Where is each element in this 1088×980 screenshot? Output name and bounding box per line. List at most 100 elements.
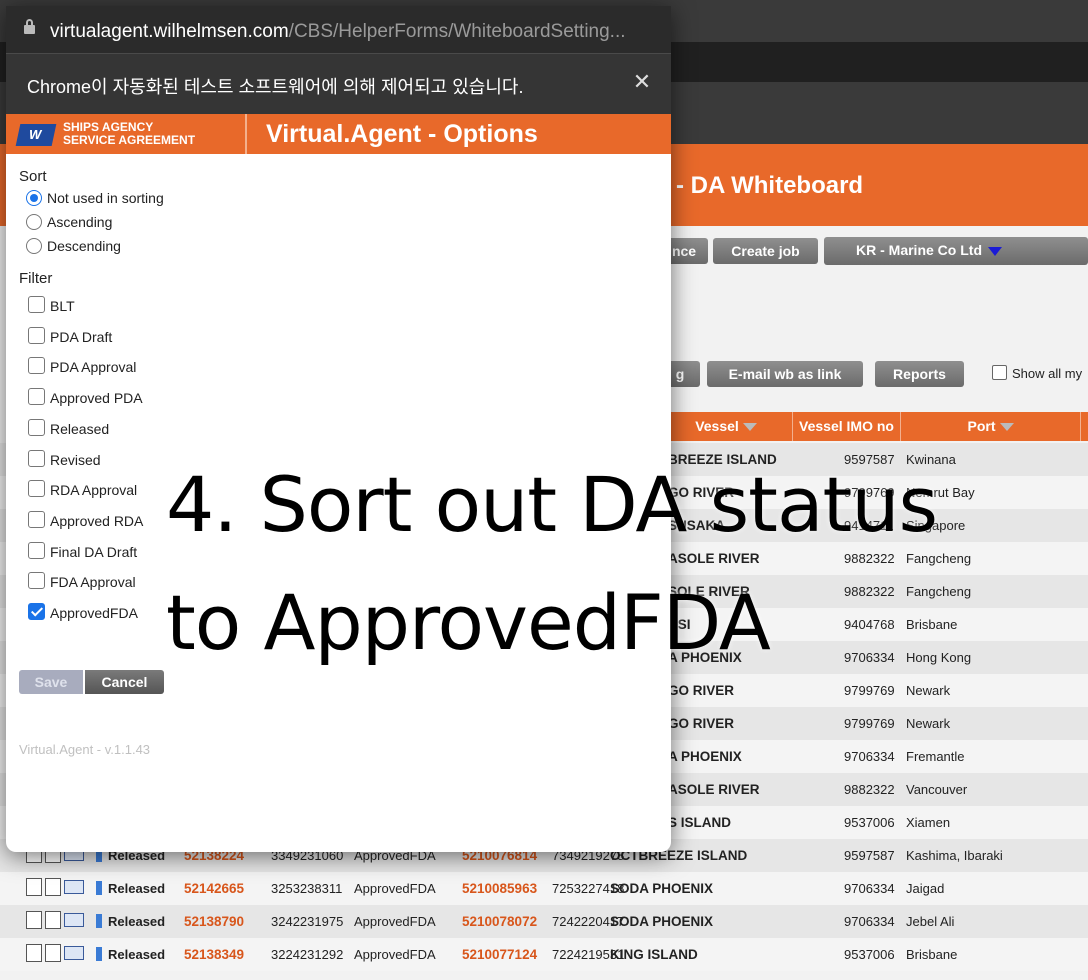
vessel-cell[interactable]: S ISLAND xyxy=(668,815,731,830)
radio-button[interactable] xyxy=(26,238,42,254)
column-imo[interactable]: Vessel IMO no xyxy=(793,412,901,441)
printer-icon[interactable] xyxy=(45,878,61,896)
port-cell: Nemrut Bay xyxy=(906,485,975,500)
filter-option-checkbox[interactable]: Released xyxy=(28,418,109,437)
filter-option-checkbox[interactable]: Approved RDA xyxy=(28,510,143,529)
reports-button[interactable]: Reports xyxy=(875,361,964,387)
vessel-cell[interactable]: BREEZE ISLAND xyxy=(668,452,777,467)
radio-button[interactable] xyxy=(26,190,42,206)
printer-icon[interactable] xyxy=(45,911,61,929)
brand-text: SHIPS AGENCY SERVICE AGREEMENT xyxy=(63,121,195,147)
sort-option-label: Ascending xyxy=(47,214,113,230)
checkbox-box[interactable] xyxy=(28,572,45,590)
account-dropdown[interactable]: KR - Marine Co Ltd xyxy=(824,237,1088,265)
filter-option-checkbox[interactable]: PDA Approval xyxy=(28,357,136,375)
url-text: virtualagent.wilhelmsen.com/CBS/HelperFo… xyxy=(50,21,626,43)
filter-option-checkbox[interactable]: FDA Approval xyxy=(28,572,136,590)
sort-option-radio[interactable]: Ascending xyxy=(26,214,112,230)
create-job-button[interactable]: Create job xyxy=(713,238,818,264)
sort-option-radio[interactable]: Descending xyxy=(26,238,121,254)
filter-option-checkbox[interactable]: BLT xyxy=(28,296,75,314)
table-row[interactable]: Released 52142665 3253238311 ApprovedFDA 521… xyxy=(0,872,1088,905)
mail-icon[interactable] xyxy=(64,913,84,927)
automation-infobar: Chrome이 자동화된 테스트 소프트웨어에 의해 제어되고 있습니다. ✕ xyxy=(6,54,671,114)
checkbox-box[interactable] xyxy=(28,357,45,375)
vessel-cell[interactable]: SODA PHOENIX xyxy=(610,914,713,929)
port-cell: Fangcheng xyxy=(906,551,972,566)
imo-cell: 9597587 xyxy=(844,848,895,863)
save-button[interactable]: Save xyxy=(19,670,83,694)
address-bar[interactable]: virtualagent.wilhelmsen.com/CBS/HelperFo… xyxy=(6,6,671,54)
vessel-cell[interactable]: A PHOENIX xyxy=(668,650,742,665)
checkbox-box[interactable] xyxy=(28,480,45,498)
port-cell: Newark xyxy=(906,683,951,698)
filter-option-label: BLT xyxy=(50,298,75,314)
document-icon[interactable] xyxy=(26,911,42,929)
header-divider xyxy=(245,114,247,154)
job-link[interactable]: 52138349 xyxy=(184,947,244,962)
vessel-cell[interactable]: GO RIVER xyxy=(668,716,734,731)
document-icon[interactable] xyxy=(26,878,42,896)
checkbox-box[interactable] xyxy=(28,418,45,436)
checkbox-box[interactable] xyxy=(28,449,45,467)
code-cell: 3253238311 xyxy=(271,881,343,896)
checkbox-box[interactable] xyxy=(992,365,1007,380)
status-cell: Released xyxy=(96,947,165,962)
filter-option-checkbox[interactable]: PDA Draft xyxy=(28,326,112,345)
email-wb-link-button[interactable]: E-mail wb as link xyxy=(707,361,863,387)
pda-link[interactable]: 5210077124 xyxy=(462,947,537,962)
checkbox-box[interactable] xyxy=(28,603,45,620)
vessel-cell[interactable]: A PHOENIX xyxy=(668,749,742,764)
filter-option-checkbox[interactable]: Final DA Draft xyxy=(28,541,137,560)
checkbox-box[interactable] xyxy=(28,510,45,528)
port-cell: Xiamen xyxy=(906,815,951,830)
vessel-cell[interactable]: ASOLE RIVER xyxy=(668,551,760,566)
popup-header: W SHIPS AGENCY SERVICE AGREEMENT Virtual… xyxy=(6,114,671,154)
filter-option-label: FDA Approval xyxy=(50,574,136,591)
checkbox-box[interactable] xyxy=(28,296,45,313)
filter-option-label: ApprovedFDA xyxy=(50,605,138,621)
mail-icon[interactable] xyxy=(64,880,84,894)
table-row[interactable]: Released 52138349 3224231292 ApprovedFDA 521… xyxy=(0,938,1088,971)
port-cell: Jebel Ali xyxy=(906,914,955,929)
table-header: Vessel Vessel IMO no Port xyxy=(660,412,1088,441)
vessel-cell[interactable]: GO RIVER xyxy=(668,683,734,698)
port-cell: Kwinana xyxy=(906,452,956,467)
da-status-cell: ApprovedFDA xyxy=(354,881,436,896)
cancel-button[interactable]: Cancel xyxy=(85,670,164,694)
pda-link[interactable]: 5210078072 xyxy=(462,914,537,929)
pda-link[interactable]: 5210085963 xyxy=(462,881,537,896)
port-cell: Fangcheng xyxy=(906,584,972,599)
checkbox-box[interactable] xyxy=(28,388,45,406)
printer-icon[interactable] xyxy=(45,944,61,962)
column-port[interactable]: Port xyxy=(901,412,1081,441)
table-row[interactable]: Released 52138790 3242231975 ApprovedFDA 521… xyxy=(0,905,1088,938)
vessel-cell[interactable]: SODA PHOENIX xyxy=(610,881,713,896)
document-icon[interactable] xyxy=(26,944,42,962)
sort-option-radio[interactable]: Not used in sorting xyxy=(26,190,164,206)
filter-option-checkbox[interactable]: RDA Approval xyxy=(28,480,137,498)
port-cell: Hong Kong xyxy=(906,650,972,665)
job-link[interactable]: 52142665 xyxy=(184,881,244,896)
lock-icon xyxy=(24,19,35,34)
radio-button[interactable] xyxy=(26,214,42,230)
filter-option-checkbox[interactable]: ApprovedFDA xyxy=(28,603,138,621)
imo-cell: 9537006 xyxy=(844,815,895,830)
filter-option-checkbox[interactable]: Approved PDA xyxy=(28,388,143,406)
vessel-cell[interactable]: SUSAKA xyxy=(668,518,725,533)
close-icon[interactable]: ✕ xyxy=(628,68,656,96)
mail-icon[interactable] xyxy=(64,946,84,960)
job-link[interactable]: 52138790 xyxy=(184,914,244,929)
vessel-cell[interactable]: SOLE RIVER xyxy=(668,584,750,599)
checkbox-box[interactable] xyxy=(28,541,45,559)
vessel-cell[interactable]: KING ISLAND xyxy=(610,947,698,962)
vessel-cell[interactable]: ASI xyxy=(668,617,691,632)
show-all-checkbox[interactable]: Show all my xyxy=(992,365,1082,381)
vessel-cell[interactable]: ASOLE RIVER xyxy=(668,782,760,797)
checkbox-box[interactable] xyxy=(28,326,45,344)
filter-icon[interactable] xyxy=(742,423,757,432)
column-vessel[interactable]: Vessel xyxy=(660,412,793,441)
filter-option-checkbox[interactable]: Revised xyxy=(28,449,101,468)
vessel-cell[interactable]: GO RIVER xyxy=(668,485,734,500)
filter-icon[interactable] xyxy=(999,423,1014,432)
